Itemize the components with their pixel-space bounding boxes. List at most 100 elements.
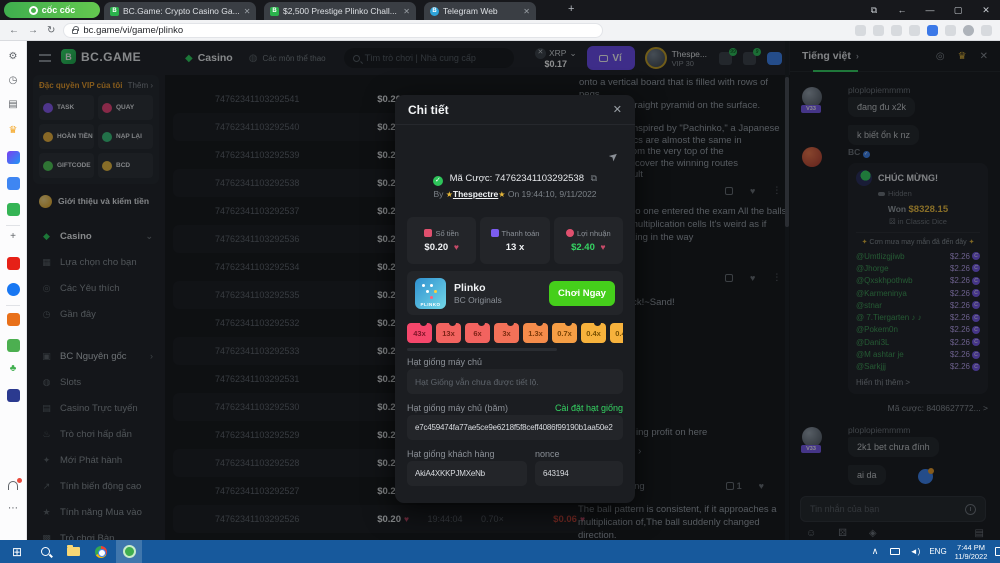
gem-icon: ♥ bbox=[454, 242, 459, 252]
browser-tab-strip: cốc cốc B BC.Game: Crypto Casino Ga... ✕… bbox=[0, 0, 1000, 20]
download-extension-icon[interactable] bbox=[927, 25, 938, 36]
verified-icon: ✓ bbox=[433, 176, 443, 186]
add-shortcut-icon[interactable]: + bbox=[0, 231, 26, 243]
medal-icon: ★ bbox=[498, 190, 505, 199]
more-icon[interactable]: ⋯ bbox=[0, 503, 26, 515]
browser-tab[interactable]: B $2,500 Prestige Plinko Chall... ✕ bbox=[264, 2, 416, 20]
settings-icon[interactable]: ⚙ bbox=[0, 51, 26, 63]
network-icon[interactable] bbox=[886, 540, 904, 563]
lock-icon bbox=[72, 29, 78, 34]
pip-icon[interactable]: ⧉ bbox=[860, 0, 888, 20]
client-seed-field[interactable]: AkiA4XKKPJMXeNb bbox=[407, 461, 527, 486]
screen: cốc cốc B BC.Game: Crypto Casino Ga... ✕… bbox=[0, 0, 1000, 563]
garden-icon[interactable]: ♣ bbox=[0, 363, 26, 375]
tab-title: Telegram Web bbox=[443, 6, 498, 16]
tab-close-icon[interactable]: ✕ bbox=[403, 7, 410, 16]
vip-crown-icon[interactable]: ♛ bbox=[0, 125, 26, 137]
minimize-button[interactable]: — bbox=[916, 0, 944, 20]
facebook-icon[interactable] bbox=[7, 283, 20, 296]
address-bar[interactable]: bc.game/vi/game/plinko bbox=[63, 23, 603, 38]
url-text: bc.game/vi/game/plinko bbox=[83, 25, 183, 36]
player-link[interactable]: Thespectre bbox=[453, 189, 498, 199]
bookmark-star-icon[interactable] bbox=[909, 25, 920, 36]
copy-icon[interactable]: ⧉ bbox=[591, 173, 597, 183]
coccoc-menu-button[interactable]: cốc cốc bbox=[4, 2, 100, 18]
downloads-icon[interactable] bbox=[981, 25, 992, 36]
back-icon[interactable]: ← bbox=[9, 25, 19, 36]
window-controls: ⧉ ← — ▢ ✕ bbox=[860, 0, 1000, 20]
action-center-icon[interactable] bbox=[992, 540, 1000, 563]
maximize-button[interactable]: ▢ bbox=[944, 0, 972, 20]
stat-label: Lợi nhuận bbox=[577, 229, 611, 238]
play-now-button[interactable]: Chơi Ngay bbox=[549, 281, 615, 306]
game-name: Plinko bbox=[454, 282, 502, 295]
extensions-row bbox=[855, 25, 992, 36]
seed-settings-link[interactable]: Cài đặt hạt giống bbox=[555, 403, 623, 413]
stat-box: Số tiền $0.20 ♥ bbox=[407, 217, 476, 264]
gem-icon: ♥ bbox=[601, 242, 606, 252]
messenger-icon[interactable] bbox=[7, 151, 20, 164]
tab-close-icon[interactable]: ✕ bbox=[523, 7, 530, 16]
youtube-icon[interactable] bbox=[7, 257, 20, 270]
notifications-bell-icon[interactable] bbox=[8, 481, 18, 490]
game-provider: BC Originals bbox=[454, 295, 502, 305]
stat-icon bbox=[491, 229, 499, 237]
tray-expand-icon[interactable]: ∧ bbox=[866, 540, 884, 563]
taskbar-clock[interactable]: 7:44 PM 11/9/2022 bbox=[950, 540, 992, 563]
history-icon[interactable]: ◷ bbox=[0, 75, 26, 87]
modal-close-icon[interactable]: ✕ bbox=[613, 103, 622, 116]
server-seed-hash-field[interactable]: e7c459474fa77ae5ce9e6218f5f8ceff4086f991… bbox=[407, 415, 623, 440]
multiplier-chip: 0.4x bbox=[581, 323, 606, 343]
taskbar-search-icon[interactable] bbox=[32, 540, 58, 563]
tab-close-icon[interactable]: ✕ bbox=[244, 7, 251, 16]
coccoc-taskbar-icon[interactable] bbox=[116, 540, 142, 563]
file-explorer-icon[interactable] bbox=[60, 540, 86, 563]
reload-icon[interactable]: ↻ bbox=[47, 25, 55, 36]
plinko-thumbnail[interactable]: PLINKO bbox=[415, 278, 446, 309]
bet-meta-row: By ★Thespectre★ On 19:44:10, 9/11/2022 bbox=[395, 189, 635, 199]
multiplier-chip: 13x bbox=[436, 323, 461, 343]
modal-header: Chi tiết ✕ bbox=[395, 95, 635, 125]
start-button[interactable]: ⊞ bbox=[4, 540, 30, 563]
multiplier-chip: 0.7x bbox=[552, 323, 577, 343]
medal-icon: ★ bbox=[446, 190, 453, 199]
forward-icon[interactable]: → bbox=[28, 25, 38, 36]
translate-icon[interactable] bbox=[873, 25, 884, 36]
volume-icon[interactable]: ◄) bbox=[906, 540, 924, 563]
shop-shortcut-icon[interactable] bbox=[7, 313, 20, 326]
new-tab-button[interactable]: + bbox=[568, 3, 574, 15]
extension-icon[interactable] bbox=[855, 25, 866, 36]
share-icon[interactable]: ➤ bbox=[606, 149, 621, 165]
stats-icon[interactable] bbox=[7, 177, 20, 190]
browser-tabs: B BC.Game: Crypto Casino Ga... ✕ B $2,50… bbox=[104, 2, 536, 20]
divider bbox=[6, 305, 20, 306]
bet-details-modal: Chi tiết ✕ ➤ ✓ Mã Cược: 7476234110329253… bbox=[395, 95, 635, 503]
reading-list-icon[interactable]: ▤ bbox=[0, 99, 26, 111]
back-to-app-icon[interactable]: ← bbox=[888, 0, 916, 20]
adblock-icon[interactable] bbox=[945, 25, 956, 36]
server-seed-field[interactable]: Hạt Giống vẫn chưa được tiết lộ. bbox=[407, 369, 623, 394]
close-button[interactable]: ✕ bbox=[972, 0, 1000, 20]
stat-value: 13 x bbox=[506, 242, 525, 253]
share-icon[interactable] bbox=[891, 25, 902, 36]
stat-label: Thanh toán bbox=[502, 229, 540, 238]
browser-tab[interactable]: B BC.Game: Crypto Casino Ga... ✕ bbox=[104, 2, 256, 20]
nonce-field[interactable]: 643194 bbox=[535, 461, 623, 486]
coccoc-menu-label: cốc cốc bbox=[42, 5, 76, 15]
stat-value: $2.40 bbox=[571, 242, 595, 253]
windows-taskbar: ⊞ ∧ ◄) ENG 7:44 PM 11/9/2022 bbox=[0, 540, 1000, 563]
multiplier-chip: 0.4x bbox=[610, 323, 623, 343]
chrome-icon[interactable] bbox=[88, 540, 114, 563]
games-icon[interactable] bbox=[7, 203, 20, 216]
multiplier-chip: 3x bbox=[494, 323, 519, 343]
browser-tab[interactable]: B Telegram Web ✕ bbox=[424, 2, 536, 20]
divider bbox=[6, 225, 20, 226]
bcgame-site: B BC.GAME Đặc quyền VIP của tôi Thêm › T… bbox=[27, 41, 1000, 540]
chips-scrollbar[interactable] bbox=[407, 348, 557, 351]
browser-toolbar: ← → ↻ bc.game/vi/game/plinko bbox=[0, 20, 1000, 41]
profile-avatar-icon[interactable] bbox=[963, 25, 974, 36]
coccoc-logo-icon bbox=[29, 6, 38, 15]
notes-shortcut-icon[interactable] bbox=[7, 339, 20, 352]
tv-shortcut-icon[interactable] bbox=[7, 389, 20, 402]
language-indicator[interactable]: ENG bbox=[926, 540, 950, 563]
